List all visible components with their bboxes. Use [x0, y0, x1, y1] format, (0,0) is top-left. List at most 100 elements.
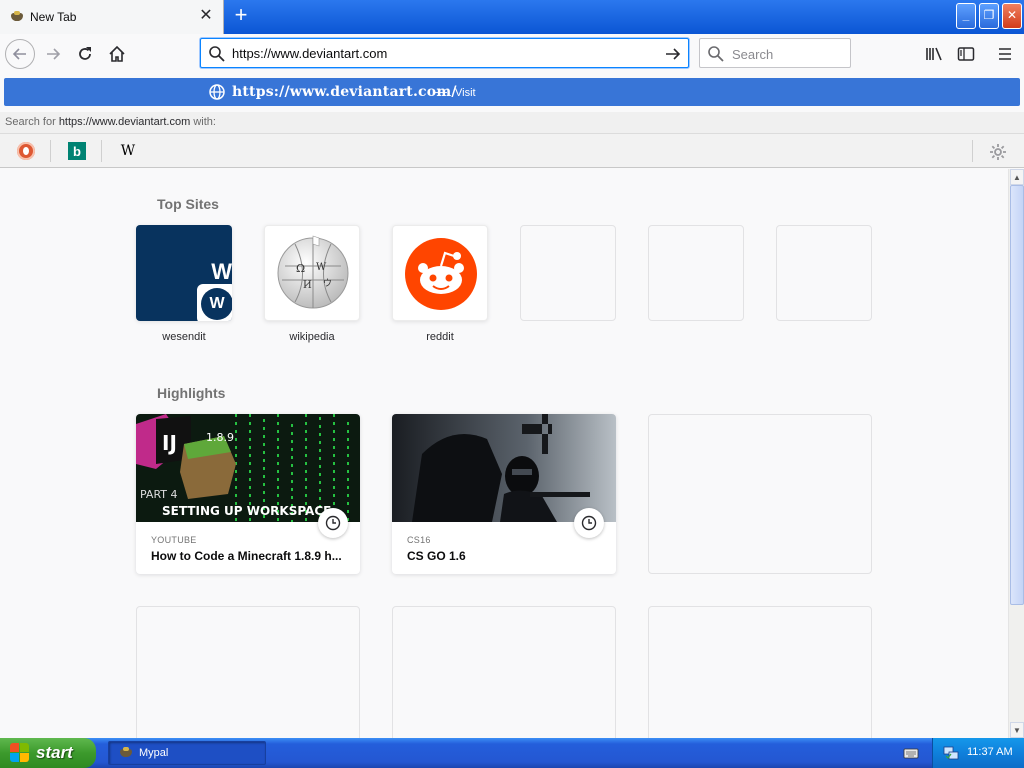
svg-text:ウ: ウ [323, 278, 332, 289]
back-button[interactable] [5, 39, 35, 69]
windows-taskbar: start Mypal 11:37 AM [0, 738, 1024, 768]
tab-new-tab[interactable]: New Tab ✕ [0, 0, 224, 34]
taskbar-window-label: Mypal [139, 747, 169, 759]
highlight-title: How to Code a Minecraft 1.8.9 h... [151, 549, 342, 563]
search-placeholder: Search [732, 47, 774, 62]
highlight-title: CS GO 1.6 [407, 549, 466, 563]
svg-text:IJ: IJ [162, 431, 177, 455]
back-arrow-icon [12, 48, 26, 60]
reload-button[interactable] [70, 39, 100, 69]
highlight-source: CS16 [407, 535, 431, 545]
reddit-icon [405, 238, 477, 310]
suggestion-separator: — [434, 84, 447, 99]
wikipedia-globe-icon: Ω W И ウ [277, 235, 349, 309]
search-bar[interactable]: Search [699, 38, 851, 68]
search-icon [209, 46, 225, 62]
search-for-prefix: Search for [5, 116, 56, 128]
wesendit-badge-icon: W [197, 284, 232, 321]
go-arrow-icon[interactable] [664, 45, 682, 63]
top-site-empty-slot [776, 225, 872, 321]
windows-logo-icon [10, 743, 30, 763]
top-sites-heading: Top Sites [157, 196, 219, 212]
mypal-favicon-icon [119, 747, 133, 759]
highlight-source: YOUTUBE [151, 535, 197, 545]
restore-window-button[interactable]: ❐ [979, 3, 999, 29]
bing-icon[interactable]: b [68, 142, 86, 160]
globe-icon [209, 84, 225, 100]
library-icon [926, 47, 942, 61]
top-site-wikipedia[interactable]: Ω W И ウ [264, 225, 360, 321]
start-button[interactable]: start [0, 738, 96, 768]
svg-text:И: И [303, 280, 312, 291]
taskbar-window-mypal[interactable]: Mypal [108, 741, 266, 765]
system-clock: 11:37 AM [967, 746, 1013, 758]
top-site-label: reddit [426, 331, 454, 343]
engine-divider [972, 140, 973, 162]
engine-divider [50, 140, 51, 162]
svg-text:PART 4: PART 4 [140, 488, 178, 501]
url-suggestion-visit[interactable]: https://www.deviantart.com/ — Visit [4, 78, 1020, 106]
top-site-label: wesendit [162, 331, 206, 343]
system-tray: 11:37 AM [932, 738, 1024, 768]
svg-text:W: W [316, 262, 327, 273]
top-site-reddit[interactable] [392, 225, 488, 321]
new-tab-page: Top Sites W W wesendit Ω W И ウ wikipedia [0, 169, 1008, 738]
scrollbar-thumb[interactable] [1010, 185, 1024, 605]
search-for-suffix: with: [193, 116, 216, 128]
sidebar-button[interactable] [956, 44, 976, 64]
reload-icon [79, 47, 91, 60]
mypal-favicon-icon [10, 11, 24, 23]
highlight-thumbnail: IJ 1.8.9 PART 4 SETTING UP WORKSPACE [136, 414, 360, 522]
tab-strip: New Tab ✕ + _ ❐ ✕ [0, 0, 1024, 34]
highlight-empty-slot [648, 606, 872, 738]
navigation-toolbar: https://www.deviantart.com Search [0, 34, 1024, 74]
highlight-card[interactable]: IJ 1.8.9 PART 4 SETTING UP WORKSPACE YOU… [136, 414, 360, 574]
gear-icon[interactable] [988, 142, 1008, 162]
wesendit-logo-icon: W [211, 259, 232, 284]
clock-icon [574, 508, 604, 538]
start-label: start [36, 743, 73, 762]
sidebar-icon [957, 47, 975, 61]
forward-button[interactable] [38, 39, 68, 69]
home-icon [109, 45, 125, 62]
minimize-window-button[interactable]: _ [956, 3, 976, 29]
svg-text:1.8.9: 1.8.9 [206, 431, 234, 444]
network-icon[interactable] [943, 745, 959, 761]
highlight-empty-slot [392, 606, 616, 738]
search-for-query: https://www.deviantart.com [58, 116, 191, 128]
new-tab-button[interactable]: + [230, 4, 252, 27]
svg-text:SETTING UP WORKSPACE: SETTING UP WORKSPACE [162, 504, 331, 518]
hamburger-menu-icon [999, 48, 1011, 60]
forward-arrow-icon [47, 48, 61, 60]
url-bar[interactable]: https://www.deviantart.com [200, 38, 689, 68]
one-off-search-engines: b W [0, 134, 1024, 168]
keyboard-icon[interactable] [903, 745, 919, 761]
scroll-up-icon[interactable]: ▲ [1010, 169, 1024, 185]
highlight-card[interactable]: CS16 CS GO 1.6 [392, 414, 616, 574]
top-site-empty-slot [520, 225, 616, 321]
clock-icon [318, 508, 348, 538]
highlight-empty-slot [648, 414, 872, 574]
duckduckgo-icon[interactable] [17, 142, 35, 160]
top-site-wesendit[interactable]: W W [136, 225, 232, 321]
search-for-header: Search for https://www.deviantart.com wi… [0, 112, 1024, 134]
highlight-thumbnail [392, 414, 616, 522]
engine-divider [101, 140, 102, 162]
wikipedia-icon[interactable]: W [119, 142, 137, 160]
tab-title: New Tab [30, 10, 77, 24]
url-input[interactable]: https://www.deviantart.com [232, 46, 387, 61]
menu-button[interactable] [995, 44, 1015, 64]
highlights-heading: Highlights [157, 385, 226, 401]
scroll-down-icon[interactable]: ▼ [1010, 722, 1024, 738]
top-site-label: wikipedia [289, 331, 335, 343]
close-tab-icon[interactable]: ✕ [199, 8, 213, 24]
search-icon [708, 46, 724, 62]
svg-text:Ω: Ω [296, 262, 305, 275]
library-button[interactable] [924, 44, 944, 64]
page-scrollbar[interactable]: ▲ ▼ [1008, 169, 1024, 738]
close-window-button[interactable]: ✕ [1002, 3, 1022, 29]
suggestion-url: https://www.deviantart.com/ [232, 84, 457, 100]
suggestion-action: Visit [455, 87, 476, 99]
home-button[interactable] [102, 39, 132, 69]
top-site-empty-slot [648, 225, 744, 321]
